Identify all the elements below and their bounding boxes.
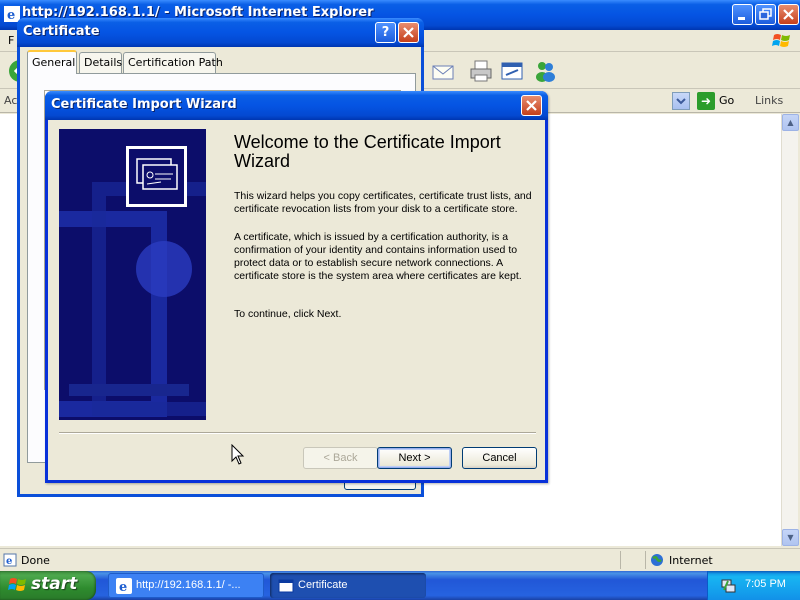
certificate-close-button[interactable] <box>398 22 419 43</box>
tab-details[interactable]: Details <box>79 52 122 73</box>
wizard-divider <box>59 432 536 434</box>
wizard-heading: Welcome to the Certificate Import Wizard <box>234 132 501 171</box>
go-label: Go <box>719 94 735 107</box>
ie-icon: e <box>116 578 132 594</box>
taskbar-item-ie[interactable]: e http://192.168.1.1/ -... <box>108 573 264 598</box>
taskbar-item-certificate[interactable]: Certificate <box>270 573 426 598</box>
network-icon[interactable] <box>720 578 736 594</box>
restore-button[interactable] <box>755 4 776 25</box>
close-icon <box>783 9 794 20</box>
cancel-button[interactable]: Cancel <box>462 447 537 469</box>
chevron-down-icon <box>676 98 686 105</box>
windows-logo-icon <box>8 578 26 591</box>
tab-label: General <box>32 56 76 69</box>
help-icon: ? <box>381 25 390 40</box>
go-arrow-icon: ➜ <box>697 92 715 110</box>
start-label: start <box>31 574 78 594</box>
taskbar-item-label: Certificate <box>298 579 348 591</box>
status-text: Done <box>21 554 50 567</box>
menu-file[interactable]: F <box>8 34 14 47</box>
taskbar: start e http://192.168.1.1/ -... Certifi… <box>0 571 800 600</box>
tab-general[interactable]: General <box>27 50 77 74</box>
status-divider <box>620 551 621 569</box>
clock[interactable]: 7:05 PM <box>745 578 786 590</box>
address-dropdown-button[interactable] <box>672 92 690 110</box>
svg-text:e: e <box>6 556 12 567</box>
tab-label: Details <box>84 56 123 69</box>
certificate-dialog-title: Certificate <box>23 24 100 39</box>
certificate-titlebar[interactable]: Certificate ? <box>17 18 424 47</box>
mail-icon[interactable] <box>431 59 455 83</box>
scroll-down-icon[interactable]: ▼ <box>782 529 799 546</box>
close-button[interactable] <box>778 4 799 25</box>
next-button[interactable]: Next > <box>377 447 452 469</box>
wizard-instruction-text: To continue, click Next. <box>234 308 342 320</box>
system-tray: 7:05 PM <box>707 571 800 600</box>
certificate-import-wizard: Certificate Import Wizard Welcome to the… <box>45 91 548 483</box>
certificate-banner-graphic <box>59 129 206 420</box>
back-button[interactable]: < Back <box>303 447 378 469</box>
wizard-title: Certificate Import Wizard <box>51 97 237 112</box>
taskbar-item-label: http://192.168.1.1/ -... <box>136 579 241 591</box>
start-button[interactable]: start <box>0 571 96 600</box>
page-done-icon: e <box>3 553 17 567</box>
close-icon <box>403 27 414 38</box>
window-icon <box>278 579 294 593</box>
tab-label: Certification Path <box>128 56 223 69</box>
help-button[interactable]: ? <box>375 22 396 43</box>
windows-logo-icon <box>772 34 790 47</box>
minimize-button[interactable] <box>732 4 753 25</box>
svg-text:e: e <box>119 580 127 594</box>
security-zone-text: Internet <box>669 554 713 567</box>
wizard-intro-text: This wizard helps you copy certificates,… <box>234 190 532 215</box>
wizard-content: Welcome to the Certificate Import Wizard… <box>206 120 545 430</box>
wizard-description-text: A certificate, which is issued by a cert… <box>234 231 522 282</box>
svg-text:e: e <box>7 8 15 22</box>
status-divider <box>645 551 646 569</box>
internet-globe-icon <box>651 554 663 566</box>
restore-icon <box>759 8 772 20</box>
go-button[interactable]: ➜ Go <box>697 92 737 110</box>
links-button[interactable]: Links <box>755 94 783 107</box>
tab-certification-path[interactable]: Certification Path <box>123 52 223 73</box>
edit-icon[interactable] <box>500 59 524 83</box>
scroll-up-icon[interactable]: ▲ <box>782 114 799 131</box>
mouse-pointer-icon <box>231 444 245 465</box>
wizard-close-button[interactable] <box>521 95 542 116</box>
close-icon <box>526 100 537 111</box>
vertical-scrollbar[interactable]: ▲ ▼ <box>781 114 799 546</box>
wizard-banner-image <box>59 129 206 420</box>
wizard-titlebar[interactable]: Certificate Import Wizard <box>45 91 548 120</box>
address-label: Ac <box>4 94 18 107</box>
minimize-icon <box>738 17 745 20</box>
status-bar: e Done Internet <box>0 548 800 571</box>
print-icon[interactable] <box>469 59 493 83</box>
messenger-icon[interactable] <box>533 59 557 83</box>
